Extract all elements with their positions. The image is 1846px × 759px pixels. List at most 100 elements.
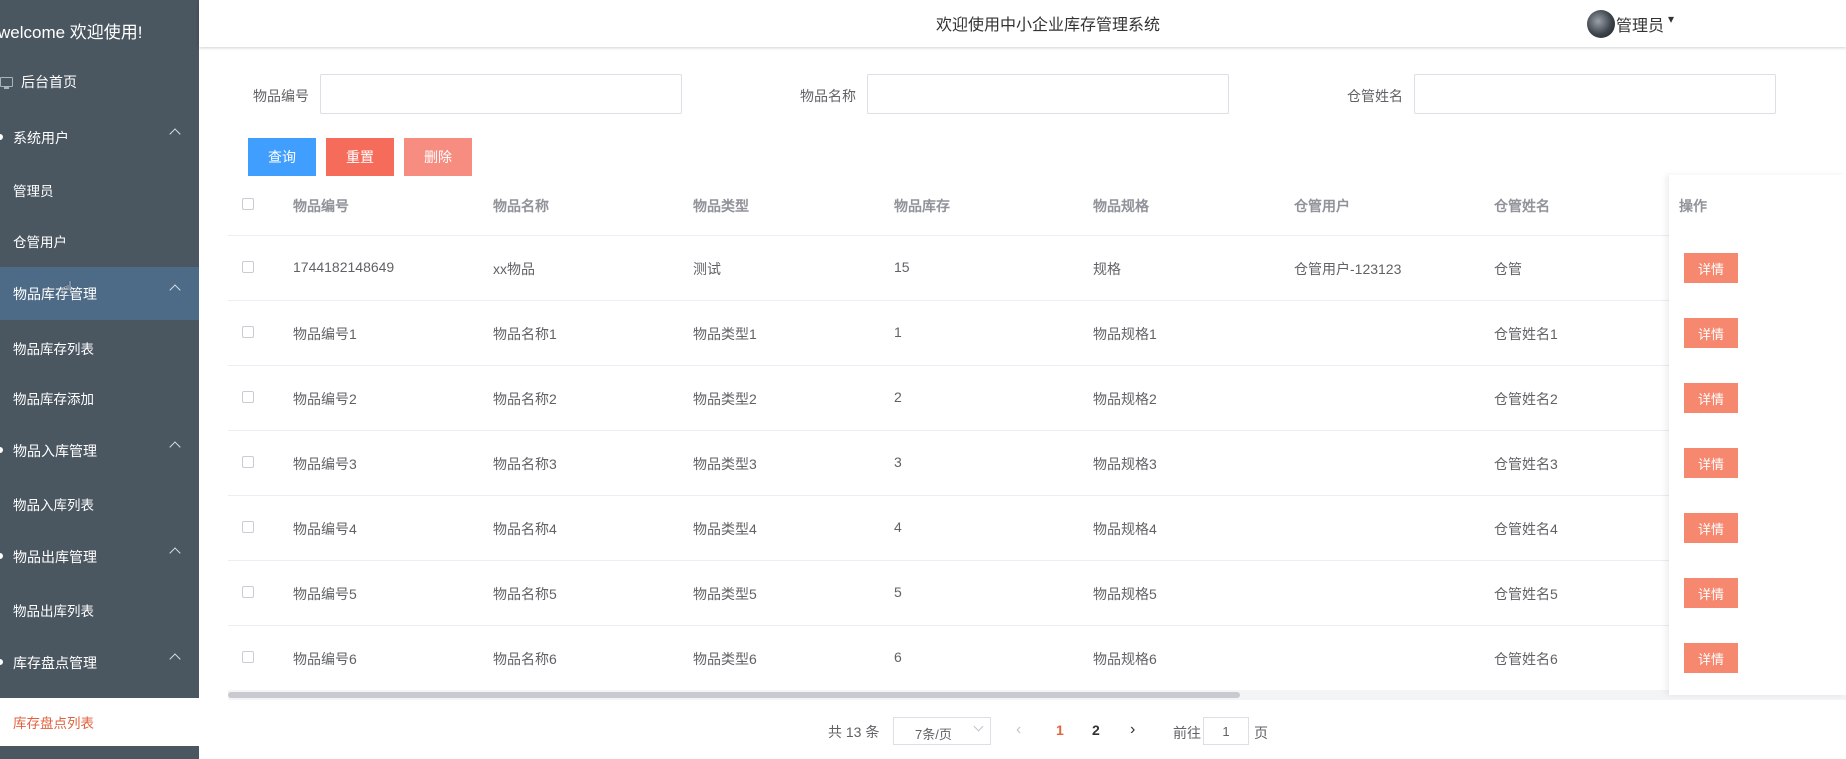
table-cell: 物品名称1 — [493, 326, 557, 342]
column-header: 操作 — [1679, 198, 1707, 214]
select-all-checkbox[interactable] — [242, 198, 254, 210]
sidebar-item-home[interactable]: 后台首页 — [0, 55, 199, 108]
sidebar-group-system-users[interactable]: 系统用户 — [0, 111, 199, 164]
sidebar-item-inventory-list[interactable]: 物品库存列表 — [0, 324, 199, 372]
detail-button[interactable]: 详情 — [1684, 578, 1738, 608]
table-cell: 物品编号4 — [293, 521, 357, 537]
table-cell: 物品规格3 — [1093, 456, 1157, 472]
row-checkbox[interactable] — [242, 391, 254, 403]
chevron-up-icon — [169, 284, 181, 296]
page-number[interactable]: 2 — [1092, 722, 1100, 738]
table-cell: 物品规格6 — [1093, 651, 1157, 667]
row-checkbox[interactable] — [242, 326, 254, 338]
sidebar-item-label: 后台首页 — [21, 73, 77, 90]
sidebar-item-admin[interactable]: 管理员 — [0, 166, 199, 214]
chevron-up-icon — [169, 128, 181, 140]
prev-page-icon[interactable]: ‹ — [1016, 721, 1021, 739]
table-cell: 仓管 — [1494, 261, 1522, 277]
detail-button[interactable]: 详情 — [1684, 383, 1738, 413]
horizontal-scrollbar[interactable] — [228, 692, 1240, 698]
user-menu[interactable]: 管理员 — [1616, 12, 1664, 36]
keeper-name-input[interactable] — [1414, 74, 1776, 114]
table-row: 物品编号5 物品名称5 物品类型5 5 物品规格5 仓管姓名5 — [228, 561, 1846, 626]
sidebar-group-label: 库存盘点管理 — [13, 654, 97, 671]
sidebar: welcome 欢迎使用! 后台首页 系统用户 管理员 仓管用户 物品库存管理 … — [0, 0, 199, 759]
table-cell: 物品编号1 — [293, 326, 357, 342]
table-cell: 1744182148649 — [293, 259, 395, 275]
table-cell: 规格 — [1093, 261, 1121, 277]
bullet-icon — [0, 447, 3, 453]
monitor-icon — [0, 77, 13, 89]
row-checkbox[interactable] — [242, 456, 254, 468]
table-cell: 仓管姓名5 — [1494, 586, 1558, 602]
table-cell: 仓管姓名6 — [1494, 651, 1558, 667]
page-size-select[interactable]: 7条/页 — [893, 717, 991, 745]
caret-down-icon[interactable]: ▾ — [1668, 12, 1674, 26]
sidebar-item-stock-in-list[interactable]: 物品入库列表 — [0, 480, 199, 528]
sidebar-item-label: 物品库存列表 — [13, 342, 94, 357]
sidebar-group-stock-out[interactable]: 物品出库管理 — [0, 530, 199, 583]
table-cell: 物品类型5 — [693, 586, 757, 602]
table-cell: 15 — [894, 259, 910, 275]
sidebar-group-label: 物品入库管理 — [13, 442, 97, 459]
item-code-label: 物品编号 — [253, 88, 309, 104]
reset-button[interactable]: 重置 — [326, 138, 394, 176]
row-checkbox[interactable] — [242, 586, 254, 598]
sidebar-item-warehouse-users[interactable]: 仓管用户 — [0, 217, 199, 265]
sidebar-group-stocktaking[interactable]: 库存盘点管理 — [0, 636, 199, 689]
table-cell: 物品名称2 — [493, 391, 557, 407]
table-cell: 测试 — [693, 261, 721, 277]
query-button[interactable]: 查询 — [248, 138, 316, 176]
sidebar-item-label: 物品库存添加 — [13, 392, 94, 407]
table-cell: 3 — [894, 454, 902, 470]
column-header: 仓管用户 — [1294, 198, 1350, 214]
table-cell: 仓管姓名2 — [1494, 391, 1558, 407]
goto-label: 前往 — [1173, 725, 1201, 741]
detail-button[interactable]: 详情 — [1684, 318, 1738, 348]
header-title: 欢迎使用中小企业库存管理系统 — [936, 17, 1161, 34]
goto-unit-label: 页 — [1254, 725, 1268, 741]
item-name-label: 物品名称 — [800, 88, 856, 104]
table-row: 物品编号1 物品名称1 物品类型1 1 物品规格1 仓管姓名1 — [228, 301, 1846, 366]
table-cell: 物品规格5 — [1093, 586, 1157, 602]
table-row: 物品编号4 物品名称4 物品类型4 4 物品规格4 仓管姓名4 — [228, 496, 1846, 561]
goto-page-input[interactable] — [1203, 717, 1249, 745]
table-cell: 物品类型3 — [693, 456, 757, 472]
table-cell: 物品编号2 — [293, 391, 357, 407]
sidebar-group-label: 物品库存管理 — [13, 285, 97, 302]
table-cell: 1 — [894, 324, 902, 340]
table-cell: 物品名称5 — [493, 586, 557, 602]
sidebar-item-stocktaking-list[interactable]: 库存盘点列表 — [0, 698, 199, 746]
table-cell: 物品名称6 — [493, 651, 557, 667]
detail-button[interactable]: 详情 — [1684, 253, 1738, 283]
sidebar-item-stock-out-list[interactable]: 物品出库列表 — [0, 586, 199, 634]
delete-button[interactable]: 删除 — [404, 138, 472, 176]
sidebar-item-inventory-add[interactable]: 物品库存添加 — [0, 374, 199, 422]
page-number[interactable]: 1 — [1056, 722, 1064, 738]
detail-button[interactable]: 详情 — [1684, 513, 1738, 543]
table-cell: 物品类型6 — [693, 651, 757, 667]
table-cell: 4 — [894, 519, 902, 535]
row-checkbox[interactable] — [242, 651, 254, 663]
chevron-up-icon — [169, 653, 181, 665]
detail-button[interactable]: 详情 — [1684, 643, 1738, 673]
table-cell: 仓管姓名1 — [1494, 326, 1558, 342]
page-size-value: 7条/页 — [915, 727, 952, 742]
item-code-input[interactable] — [320, 74, 682, 114]
column-header: 物品编号 — [293, 198, 349, 214]
next-page-icon[interactable]: › — [1130, 721, 1135, 739]
table-cell: xx物品 — [493, 261, 535, 277]
row-checkbox[interactable] — [242, 521, 254, 533]
pager-total: 共 13 条 — [828, 724, 880, 740]
table-cell: 物品名称3 — [493, 456, 557, 472]
column-header: 物品规格 — [1093, 198, 1149, 214]
detail-button[interactable]: 详情 — [1684, 448, 1738, 478]
row-checkbox[interactable] — [242, 261, 254, 273]
item-name-input[interactable] — [867, 74, 1229, 114]
avatar[interactable] — [1587, 10, 1615, 38]
sidebar-group-inventory[interactable]: 物品库存管理 — [0, 267, 199, 320]
table-cell: 物品规格4 — [1093, 521, 1157, 537]
bullet-icon — [0, 134, 3, 140]
sidebar-item-label: 物品入库列表 — [13, 498, 94, 513]
sidebar-group-stock-in[interactable]: 物品入库管理 — [0, 424, 199, 477]
